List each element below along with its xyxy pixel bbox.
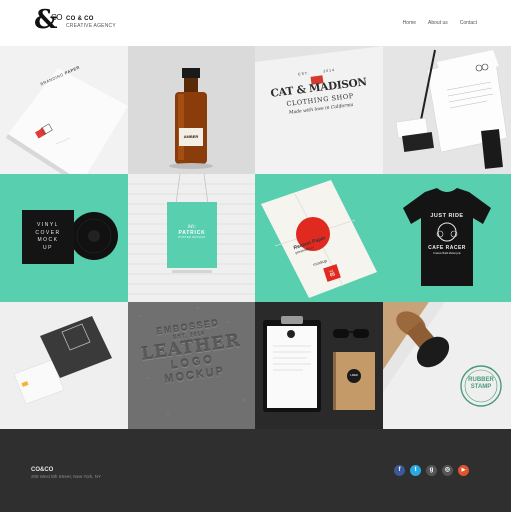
business-cards-image: [0, 302, 128, 429]
portfolio-tile-folded-poster[interactable]: Reason Paper presentation mockup Vol. 05: [255, 174, 383, 302]
mock-label: MOCK: [37, 237, 59, 243]
rubber-stamp-image: [383, 302, 511, 429]
cat-est-label: EST.: [298, 71, 310, 77]
facebook-icon[interactable]: f: [394, 465, 405, 476]
portfolio-tile-business-cards[interactable]: [0, 302, 128, 429]
tshirt-tagline: Custom Build Motorcycle: [433, 252, 461, 255]
poster-mockup-label: POSTER MOCKUP: [178, 236, 206, 239]
nav-contact-link[interactable]: Contact: [460, 20, 477, 26]
social-links: f t g ◎ ▶: [394, 465, 469, 476]
amber-label: AMBER: [183, 134, 199, 139]
logo-small-co: CO: [51, 13, 63, 22]
vinyl-cover-image: [0, 174, 128, 302]
portfolio-tile-tshirt[interactable]: JUST RIDE CAFE RACER Custom Build Motorc…: [383, 174, 511, 302]
cover-label: COVER: [35, 229, 61, 236]
brand-text: CO & CO CREATIVE AGENCY: [66, 16, 116, 30]
portfolio-tile-stationery[interactable]: [383, 46, 511, 174]
google-plus-icon[interactable]: g: [426, 465, 437, 476]
portfolio-tile-cat-madison[interactable]: EST. 2014 CAT & MADISON CLOTHING SHOP Ma…: [255, 46, 383, 174]
nav-about-link[interactable]: About us: [428, 20, 448, 26]
site-header: & CO CO & CO CREATIVE AGENCY Home About …: [0, 0, 511, 46]
footer-brand: CO&CO: [31, 467, 54, 473]
stationery-image: [383, 46, 511, 174]
portfolio-tile-branding-paper[interactable]: BRANDING PAPER: [0, 46, 128, 174]
portfolio-tile-clipboard[interactable]: LOGO: [255, 302, 383, 429]
portfolio-tile-poster-brick[interactable]: Mr. PATRICK POSTER MOCKUP: [128, 174, 255, 302]
stamp-stamp-label: STAMP: [470, 384, 492, 390]
brand-name: CO & CO: [66, 16, 94, 22]
portfolio-grid: BRANDING PAPER AMBER EST. 2014 CAT & MAD…: [0, 46, 511, 429]
instagram-icon[interactable]: ◎: [442, 465, 453, 476]
branding-paper-image: [0, 46, 128, 174]
clipboard-image: [255, 302, 383, 429]
cat-year-label: 2014: [323, 67, 336, 74]
portfolio-tile-vinyl-cover[interactable]: VINYL COVER MOCK UP: [0, 174, 128, 302]
vinyl-label: VINYL: [37, 222, 59, 228]
portfolio-tile-amber-bottle[interactable]: AMBER: [128, 46, 255, 174]
youtube-icon[interactable]: ▶: [458, 465, 469, 476]
portfolio-tile-rubber-stamp[interactable]: RUBBER STAMP: [383, 302, 511, 429]
tshirt-cafe-racer: CAFE RACER: [428, 245, 466, 251]
tshirt-just-ride: JUST RIDE: [430, 213, 464, 219]
twitter-icon[interactable]: t: [410, 465, 421, 476]
footer-address: 208 West 8th Street, New York, NY: [31, 474, 101, 479]
stamp-rubber-label: RUBBER: [468, 377, 494, 383]
main-nav: Home About us Contact: [403, 20, 477, 26]
amber-bottle-image: [128, 46, 255, 174]
nav-home-link[interactable]: Home: [403, 20, 416, 26]
up-label: UP: [43, 244, 53, 251]
brand-tagline: CREATIVE AGENCY: [66, 23, 116, 29]
tshirt-image: [383, 174, 511, 302]
logo-icon[interactable]: & CO: [34, 5, 63, 35]
portfolio-tile-embossed-leather[interactable]: EMBOSSED EST. 2014 LEATHER LOGO MOCKUP: [128, 302, 255, 429]
clipboard-logo-label: LOGO: [350, 374, 358, 377]
